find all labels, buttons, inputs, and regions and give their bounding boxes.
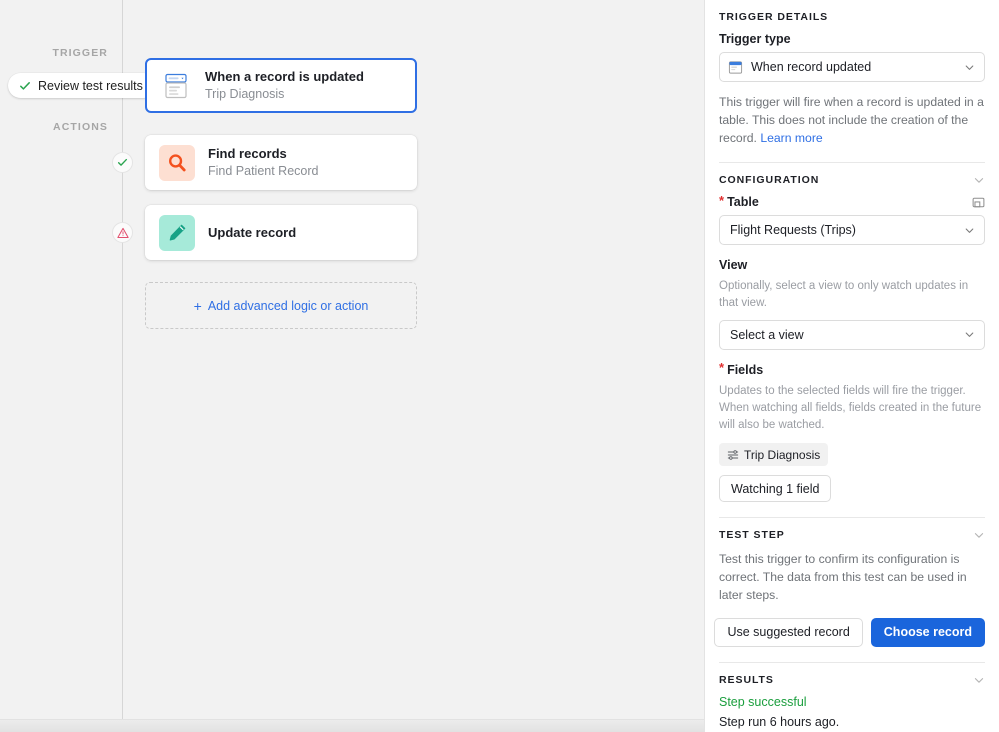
test-step-header[interactable]: TEST STEP <box>719 529 985 541</box>
flow-connector-line <box>122 0 123 732</box>
step-status-success[interactable] <box>112 152 133 173</box>
check-icon <box>20 81 30 90</box>
learn-more-link[interactable]: Learn more <box>760 131 822 145</box>
step-details-panel: TRIGGER DETAILS Trigger type When record… <box>704 0 999 732</box>
trigger-details-title: TRIGGER DETAILS <box>719 11 829 23</box>
fields-help-text: Updates to the selected fields will fire… <box>719 384 982 432</box>
long-text-field-icon <box>727 450 739 460</box>
add-step-label: Add advanced logic or action <box>207 298 369 313</box>
view-label: View <box>719 258 748 273</box>
trigger-details-section: TRIGGER DETAILS Trigger type When record… <box>719 0 985 164</box>
action-step-card-find-records[interactable]: Find records Find Patient Record <box>145 135 417 190</box>
configuration-header[interactable]: CONFIGURATION <box>719 174 985 186</box>
expand-panel-icon[interactable] <box>972 196 985 209</box>
table-field-row: * Table <box>719 192 985 215</box>
choose-record-button[interactable]: Choose record <box>870 617 985 647</box>
chevron-down-icon <box>965 228 974 233</box>
automation-editor: TRIGGER ACTIONS Review test results When… <box>0 0 999 732</box>
table-label: * Table <box>719 192 759 210</box>
trigger-type-select[interactable]: When record updated <box>719 52 985 82</box>
review-test-results-label: Review test results <box>38 78 143 93</box>
trigger-step-title: When a record is updated <box>205 69 364 85</box>
watching-fields-button[interactable]: Watching 1 field <box>719 475 832 503</box>
test-step-buttons: Use suggested record Choose record <box>714 617 985 647</box>
results-section: RESULTS Step successful Step run 6 hours… <box>719 663 985 732</box>
test-step-section: TEST STEP Test this trigger to confirm i… <box>714 518 985 663</box>
step-status-warning[interactable] <box>112 222 133 243</box>
field-chip-trip-diagnosis[interactable]: Trip Diagnosis <box>719 443 829 467</box>
field-chip-label: Trip Diagnosis <box>744 447 821 462</box>
chevron-down-icon <box>965 332 974 338</box>
chevron-down-icon[interactable] <box>973 174 985 186</box>
chevron-down-icon[interactable] <box>973 674 985 686</box>
view-select[interactable]: Select a view <box>719 319 985 350</box>
record-updated-icon <box>728 60 743 74</box>
view-help-text: Optionally, select a view to only watch … <box>719 280 969 310</box>
required-asterisk: * <box>719 360 725 376</box>
view-value: Select a view <box>730 327 804 342</box>
configuration-section: CONFIGURATION * Table Flight Requests (T… <box>719 163 985 519</box>
add-advanced-logic-or-action-button[interactable]: + Add advanced logic or action <box>145 282 417 329</box>
canvas-horizontal-scrollbar[interactable] <box>0 719 704 732</box>
trigger-type-value: When record updated <box>751 60 872 74</box>
check-icon <box>117 158 128 166</box>
chevron-down-icon <box>965 64 974 70</box>
test-step-title: TEST STEP <box>719 529 785 542</box>
results-header[interactable]: RESULTS <box>719 674 985 686</box>
use-suggested-record-button[interactable]: Use suggested record <box>714 617 863 647</box>
trigger-details-header: TRIGGER DETAILS <box>719 11 985 23</box>
trigger-type-label: Trigger type <box>719 32 791 46</box>
magnifier-icon <box>159 144 195 181</box>
find-records-subtitle: Find Patient Record <box>208 163 319 178</box>
test-step-description: Test this trigger to confirm its configu… <box>719 552 967 603</box>
automation-flow-canvas: TRIGGER ACTIONS Review test results When… <box>0 0 704 732</box>
action-step-card-update-record[interactable]: Update record <box>145 205 417 260</box>
actions-section-label: ACTIONS <box>53 121 108 133</box>
trigger-step-subtitle: Trip Diagnosis <box>205 86 285 101</box>
results-title: RESULTS <box>719 673 774 686</box>
warning-triangle-icon <box>116 227 129 238</box>
update-record-text: Update record <box>208 224 296 242</box>
chevron-down-icon[interactable] <box>973 529 985 541</box>
trigger-step-text: When a record is updated Trip Diagnosis <box>205 68 364 102</box>
find-records-title: Find records <box>208 146 287 162</box>
results-status-badge: Step successful <box>719 694 807 709</box>
table-value: Flight Requests (Trips) <box>730 223 856 238</box>
find-records-text: Find records Find Patient Record <box>208 145 318 179</box>
required-asterisk: * <box>719 192 725 208</box>
plus-icon: + <box>193 297 202 314</box>
record-updated-icon <box>159 69 193 103</box>
trigger-step-card[interactable]: When a record is updated Trip Diagnosis <box>145 58 417 113</box>
update-record-title: Update record <box>208 224 297 240</box>
trigger-description: This trigger will fire when a record is … <box>719 95 984 146</box>
pencil-icon <box>159 214 195 251</box>
results-run-note: Step run 6 hours ago. <box>719 714 840 729</box>
table-select[interactable]: Flight Requests (Trips) <box>719 215 985 246</box>
review-test-results-pill[interactable]: Review test results <box>8 73 156 98</box>
fields-label: * Fields <box>719 360 764 377</box>
trigger-section-label: TRIGGER <box>52 47 108 59</box>
configuration-title: CONFIGURATION <box>719 174 820 187</box>
